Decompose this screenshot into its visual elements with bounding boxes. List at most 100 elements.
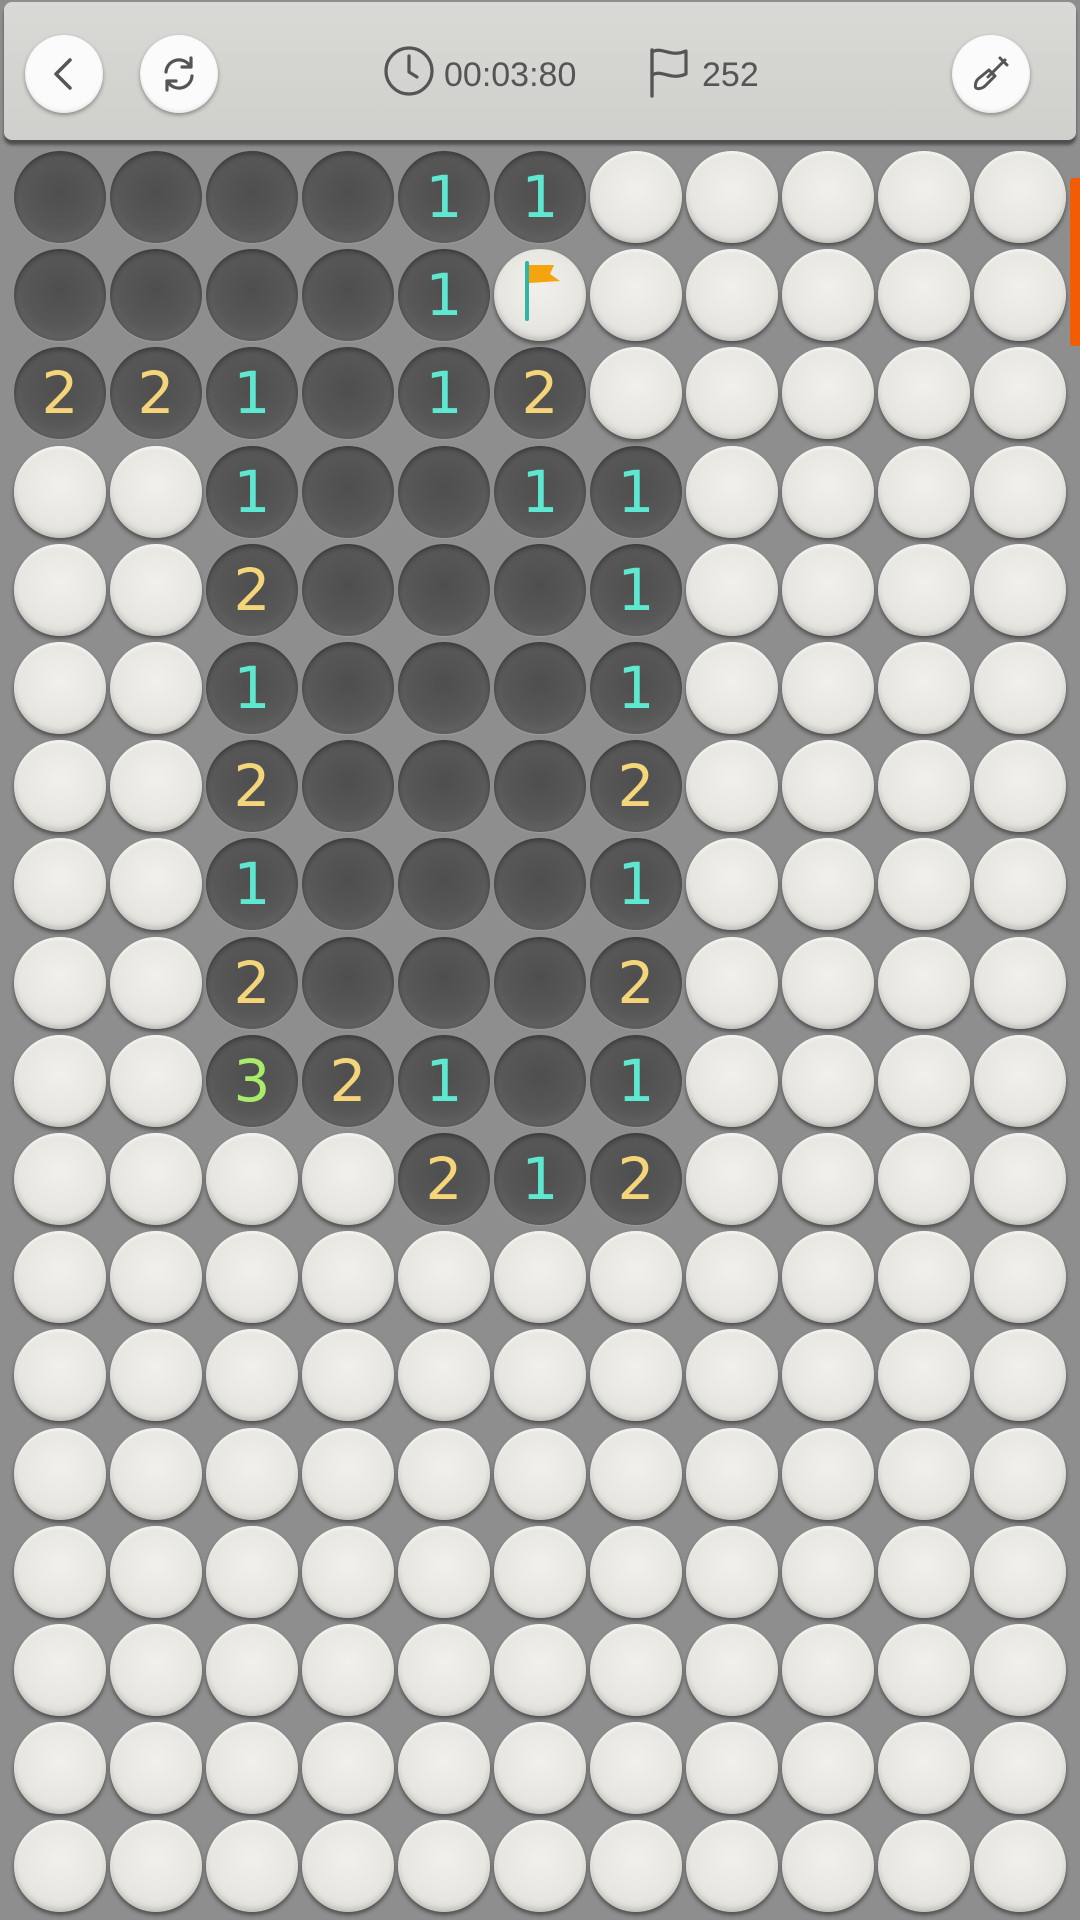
cell-revealed-empty[interactable]: [302, 347, 394, 440]
cell-hidden[interactable]: [494, 1329, 586, 1422]
cell-number[interactable]: 2: [590, 936, 682, 1029]
cell-hidden[interactable]: [686, 740, 778, 833]
cell-hidden[interactable]: [686, 1231, 778, 1324]
cell-hidden[interactable]: [686, 543, 778, 636]
cell-hidden[interactable]: [974, 445, 1066, 538]
cell-hidden[interactable]: [878, 1624, 970, 1716]
cell-number[interactable]: 2: [494, 347, 586, 440]
cell-revealed-empty[interactable]: [302, 740, 394, 833]
cell-hidden[interactable]: [110, 1427, 202, 1520]
cell-number[interactable]: 1: [206, 445, 298, 538]
cell-hidden[interactable]: [302, 1624, 394, 1716]
cell-hidden[interactable]: [686, 151, 778, 243]
cell-number[interactable]: 1: [590, 543, 682, 636]
cell-hidden[interactable]: [206, 1820, 298, 1913]
cell-revealed-empty[interactable]: [398, 740, 490, 833]
cell-hidden[interactable]: [14, 936, 106, 1029]
cell-hidden[interactable]: [110, 642, 202, 734]
cell-hidden[interactable]: [974, 642, 1066, 734]
cell-hidden[interactable]: [494, 1624, 586, 1716]
cell-number[interactable]: 1: [398, 1034, 490, 1127]
cell-revealed-empty[interactable]: [494, 642, 586, 734]
cell-hidden[interactable]: [14, 838, 106, 931]
cell-hidden[interactable]: [110, 740, 202, 833]
cell-revealed-empty[interactable]: [206, 151, 298, 243]
cell-hidden[interactable]: [782, 740, 874, 833]
cell-hidden[interactable]: [302, 1329, 394, 1422]
cell-hidden[interactable]: [14, 1722, 106, 1815]
cell-number[interactable]: 2: [206, 740, 298, 833]
cell-hidden[interactable]: [782, 1133, 874, 1225]
cell-revealed-empty[interactable]: [398, 445, 490, 538]
cell-hidden[interactable]: [782, 1427, 874, 1520]
cell-hidden[interactable]: [110, 1722, 202, 1815]
cell-revealed-empty[interactable]: [302, 543, 394, 636]
cell-hidden[interactable]: [110, 1231, 202, 1324]
cell-hidden[interactable]: [974, 936, 1066, 1029]
cell-hidden[interactable]: [782, 445, 874, 538]
cell-number[interactable]: 2: [206, 936, 298, 1029]
cell-revealed-empty[interactable]: [110, 151, 202, 243]
cell-hidden[interactable]: [686, 1329, 778, 1422]
cell-hidden[interactable]: [398, 1427, 490, 1520]
cell-hidden[interactable]: [494, 1231, 586, 1324]
cell-hidden[interactable]: [686, 249, 778, 342]
cell-hidden[interactable]: [110, 1525, 202, 1618]
cell-hidden[interactable]: [110, 838, 202, 931]
cell-hidden[interactable]: [686, 1525, 778, 1618]
cell-revealed-empty[interactable]: [494, 1034, 586, 1127]
cell-hidden[interactable]: [878, 249, 970, 342]
cell-number[interactable]: 1: [590, 838, 682, 931]
cell-hidden[interactable]: [494, 1525, 586, 1618]
cell-revealed-empty[interactable]: [302, 151, 394, 243]
cell-number[interactable]: 2: [206, 543, 298, 636]
cell-hidden[interactable]: [302, 1820, 394, 1913]
cell-hidden[interactable]: [878, 1427, 970, 1520]
cell-hidden[interactable]: [974, 347, 1066, 440]
cell-hidden[interactable]: [14, 1820, 106, 1913]
cell-hidden[interactable]: [206, 1722, 298, 1815]
cell-hidden[interactable]: [878, 740, 970, 833]
cell-hidden[interactable]: [686, 1820, 778, 1913]
cell-revealed-empty[interactable]: [494, 936, 586, 1029]
cell-hidden[interactable]: [590, 1525, 682, 1618]
cell-number[interactable]: 1: [398, 249, 490, 342]
cell-number[interactable]: 1: [494, 1133, 586, 1225]
cell-hidden[interactable]: [782, 151, 874, 243]
cell-hidden[interactable]: [686, 1034, 778, 1127]
cell-hidden[interactable]: [302, 1231, 394, 1324]
cell-hidden[interactable]: [782, 1722, 874, 1815]
cell-hidden[interactable]: [14, 1624, 106, 1716]
cell-hidden[interactable]: [974, 1427, 1066, 1520]
cell-hidden[interactable]: [110, 936, 202, 1029]
cell-hidden[interactable]: [686, 347, 778, 440]
cell-number[interactable]: 1: [494, 151, 586, 243]
cell-hidden[interactable]: [590, 1624, 682, 1716]
cell-hidden[interactable]: [782, 838, 874, 931]
cell-hidden[interactable]: [590, 249, 682, 342]
cell-number[interactable]: 2: [590, 740, 682, 833]
cell-hidden[interactable]: [14, 1133, 106, 1225]
scroll-indicator[interactable]: [1070, 178, 1080, 346]
cell-hidden[interactable]: [878, 347, 970, 440]
cell-hidden[interactable]: [974, 1034, 1066, 1127]
cell-revealed-empty[interactable]: [398, 838, 490, 931]
cell-hidden[interactable]: [686, 1722, 778, 1815]
cell-revealed-empty[interactable]: [14, 249, 106, 342]
cell-number[interactable]: 1: [494, 445, 586, 538]
cell-hidden[interactable]: [974, 1525, 1066, 1618]
cell-hidden[interactable]: [686, 838, 778, 931]
cell-hidden[interactable]: [686, 1427, 778, 1520]
cell-hidden[interactable]: [590, 1722, 682, 1815]
cell-hidden[interactable]: [686, 1624, 778, 1716]
cell-number[interactable]: 2: [590, 1133, 682, 1225]
cell-number[interactable]: 1: [206, 642, 298, 734]
cell-hidden[interactable]: [590, 1427, 682, 1520]
cell-revealed-empty[interactable]: [494, 740, 586, 833]
cell-hidden[interactable]: [206, 1231, 298, 1324]
cell-hidden[interactable]: [782, 1231, 874, 1324]
cell-hidden[interactable]: [14, 445, 106, 538]
cell-number[interactable]: 1: [590, 445, 682, 538]
cell-hidden[interactable]: [110, 543, 202, 636]
cell-number[interactable]: 1: [206, 838, 298, 931]
